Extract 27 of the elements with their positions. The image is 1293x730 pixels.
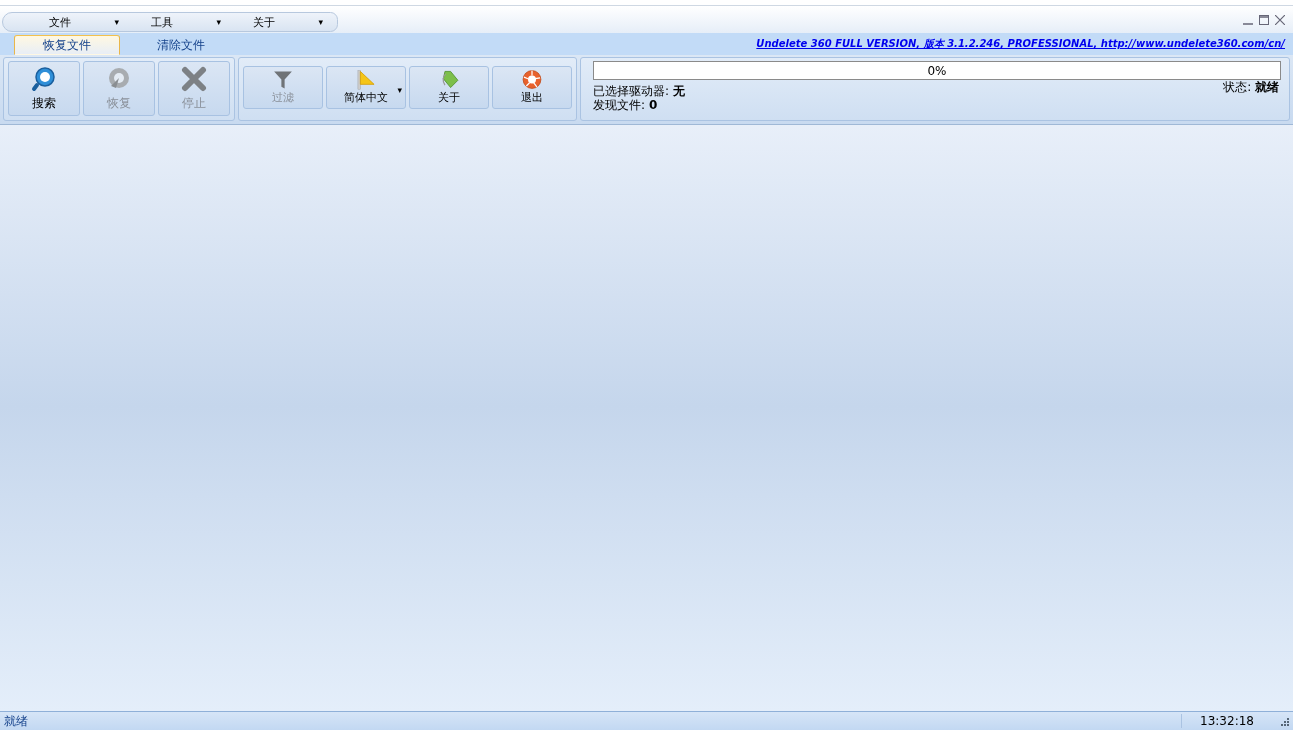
version-link[interactable]: Undelete 360 FULL VERSION, 版本 3.1.2.246, PROFESSIONAL, http://www.undelete360.com/cn/ <box>756 37 1285 51</box>
state-label: 状态: <box>1223 80 1252 94</box>
toolbar-button[interactable]: 简体中文 ▾ <box>326 66 406 109</box>
status-time: 13:32:18 <box>1181 714 1272 728</box>
menu-item[interactable]: 工具 ▾ <box>125 13 227 31</box>
funnel-icon <box>272 69 294 90</box>
drive-value: 无 <box>672 84 685 98</box>
state-value: 就绪 <box>1255 80 1279 94</box>
shutter-icon <box>521 69 543 90</box>
menu-item[interactable]: 关于 ▾ <box>227 13 329 31</box>
files-value: 0 <box>648 98 658 112</box>
toolbar-button[interactable]: 关于 <box>409 66 489 109</box>
tab[interactable]: 恢复文件 <box>14 35 120 55</box>
toolbar-button[interactable]: 搜索 <box>8 61 80 116</box>
toolbar-button[interactable]: 退出 <box>492 66 572 109</box>
menu-item[interactable]: 文件 ▾ <box>23 13 125 31</box>
tab[interactable]: 清除文件 <box>128 35 234 55</box>
search-icon <box>31 66 57 92</box>
resize-grip-icon[interactable] <box>1280 716 1289 726</box>
maximize-icon[interactable] <box>1259 15 1269 25</box>
drive-label: 已选择驱动器: <box>593 84 670 98</box>
status-message: 就绪 <box>4 712 29 730</box>
progress-reading: 0% <box>927 63 947 78</box>
flag-icon <box>355 69 377 90</box>
cross-icon <box>181 66 207 92</box>
files-label: 发现文件: <box>593 98 646 112</box>
close-icon[interactable] <box>1275 15 1285 25</box>
